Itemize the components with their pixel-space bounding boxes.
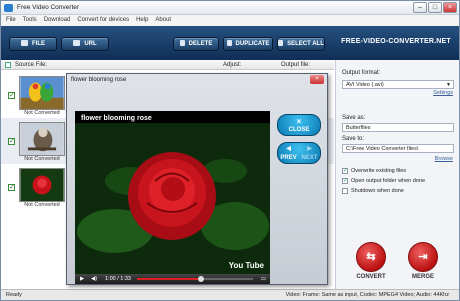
maximize-button[interactable]: □ (428, 2, 442, 13)
play-icon[interactable]: ▶ (80, 274, 84, 284)
file-list-header: Source File: Adjust: Output file: (1, 60, 334, 70)
video-frame[interactable]: flower blooming rose You Tube (75, 111, 270, 274)
hawk-thumbnail (19, 122, 65, 156)
player-control-bar: ▶ ◀) 1:00 / 1:33 ▭ (75, 274, 270, 284)
menu-help[interactable]: Help (136, 15, 148, 26)
checkbox-checked-icon: ✓ (342, 168, 349, 174)
checkbox-checked-icon: ✓ (342, 178, 349, 184)
duplicate-button[interactable]: DUPLICATE (223, 37, 273, 51)
file-checkbox[interactable] (8, 137, 15, 145)
select-all-checkbox[interactable] (5, 62, 11, 68)
format-info: Video: Frame: Same as input, Codec: MPEG… (285, 292, 449, 298)
delete-button[interactable]: DELETE (173, 37, 219, 51)
overwrite-checkbox[interactable]: ✓ Overwrite existing files (342, 167, 406, 175)
player-title: flower blooming rose (71, 77, 127, 83)
select-all-icon (278, 40, 284, 46)
close-x-icon: × (296, 117, 302, 126)
adjust-column: Adjust: (223, 62, 242, 68)
next-button[interactable]: ▶ NEXT (299, 145, 320, 163)
title-bar: Free Video Converter – □ × (1, 1, 459, 15)
menu-file[interactable]: File (6, 15, 16, 26)
file-status: Not Converted (24, 110, 60, 116)
save-as-label: Save as: (342, 115, 366, 121)
save-to-input[interactable]: C:\Free Video Converter files\ (342, 144, 454, 153)
parrots-thumbnail (19, 76, 65, 110)
file-status: Not Converted (24, 202, 60, 208)
delete-icon (179, 40, 185, 46)
checkbox-empty-icon (342, 188, 348, 194)
player-time: 1:00 / 1:33 (105, 276, 131, 282)
add-file-button[interactable]: FILE (9, 37, 57, 51)
video-title: flower blooming rose (81, 115, 152, 122)
convert-label: CONVERT (356, 274, 386, 280)
file-checkbox[interactable] (8, 183, 15, 191)
player-close-icon[interactable]: × (310, 75, 324, 84)
prev-button[interactable]: ◀ PREV (278, 145, 299, 163)
merge-label: MERGE (411, 274, 434, 280)
convert-arrows-icon: ⇆ (366, 251, 376, 263)
seek-bar[interactable] (137, 276, 253, 282)
status-text: Ready (6, 292, 22, 298)
menu-bar: File Tools Download Convert for devices … (1, 15, 459, 26)
app-window: Free Video Converter – □ × File Tools Do… (0, 0, 460, 301)
merge-button[interactable]: ⇥ (408, 242, 438, 272)
add-url-button[interactable]: URL (61, 37, 109, 51)
prev-arrow-icon: ◀ (286, 146, 291, 152)
file-checkbox[interactable] (8, 91, 15, 99)
preview-player-window: flower blooming rose × flower blooming r… (66, 73, 328, 285)
output-format-select[interactable]: AVI Video (.avi) ▼ (342, 80, 454, 89)
source-file-column: Source File: (15, 62, 48, 68)
prev-next-control: ◀ PREV ▶ NEXT (277, 142, 321, 164)
menu-convert-for-devices[interactable]: Convert for devices (77, 15, 129, 26)
seek-progress (137, 278, 201, 280)
output-file-column: Output file: (281, 62, 311, 68)
shutdown-checkbox[interactable]: Shutdown when done (342, 187, 404, 195)
save-to-label: Save to: (342, 136, 365, 142)
fullscreen-icon[interactable]: ▭ (261, 274, 266, 284)
volume-icon[interactable]: ◀) (91, 274, 97, 284)
url-icon (73, 40, 81, 46)
menu-about[interactable]: About (155, 15, 171, 26)
select-all-button[interactable]: SELECT ALL (277, 37, 325, 51)
next-arrow-icon: ▶ (307, 146, 312, 152)
file-status: Not Converted (24, 156, 60, 162)
close-window-button[interactable]: × (443, 2, 457, 13)
rose-thumbnail (19, 168, 65, 202)
menu-download[interactable]: Download (44, 15, 71, 26)
app-icon (4, 4, 13, 12)
settings-panel: Output format: AVI Video (.avi) ▼ Settin… (335, 60, 459, 289)
open-folder-checkbox[interactable]: ✓ Open output folder when done (342, 177, 425, 185)
browse-link[interactable]: Browse (435, 156, 453, 162)
youtube-logo: You Tube (228, 261, 264, 270)
rose-video-image (75, 111, 270, 274)
minimize-button[interactable]: – (413, 2, 427, 13)
settings-link[interactable]: Settings (433, 90, 453, 96)
window-title: Free Video Converter (17, 4, 80, 11)
seek-handle[interactable] (197, 276, 204, 282)
toolbar: FILE URL DELETE DUPLICATE SELECT ALL FRE… (1, 26, 459, 60)
status-bar: Ready Video: Frame: Same as input, Codec… (1, 289, 459, 300)
chevron-down-icon: ▼ (446, 82, 451, 88)
brand-logo: FREE-VIDEO-CONVERTER.NET (341, 38, 451, 45)
player-close-button[interactable]: × CLOSE (277, 114, 321, 136)
output-format-label: Output format: (342, 70, 381, 76)
merge-arrows-icon: ⇥ (418, 251, 428, 263)
menu-tools[interactable]: Tools (23, 15, 37, 26)
save-as-input[interactable]: Butterflies (342, 123, 454, 132)
file-icon (21, 40, 28, 46)
duplicate-icon (226, 40, 232, 46)
convert-button[interactable]: ⇆ (356, 242, 386, 272)
